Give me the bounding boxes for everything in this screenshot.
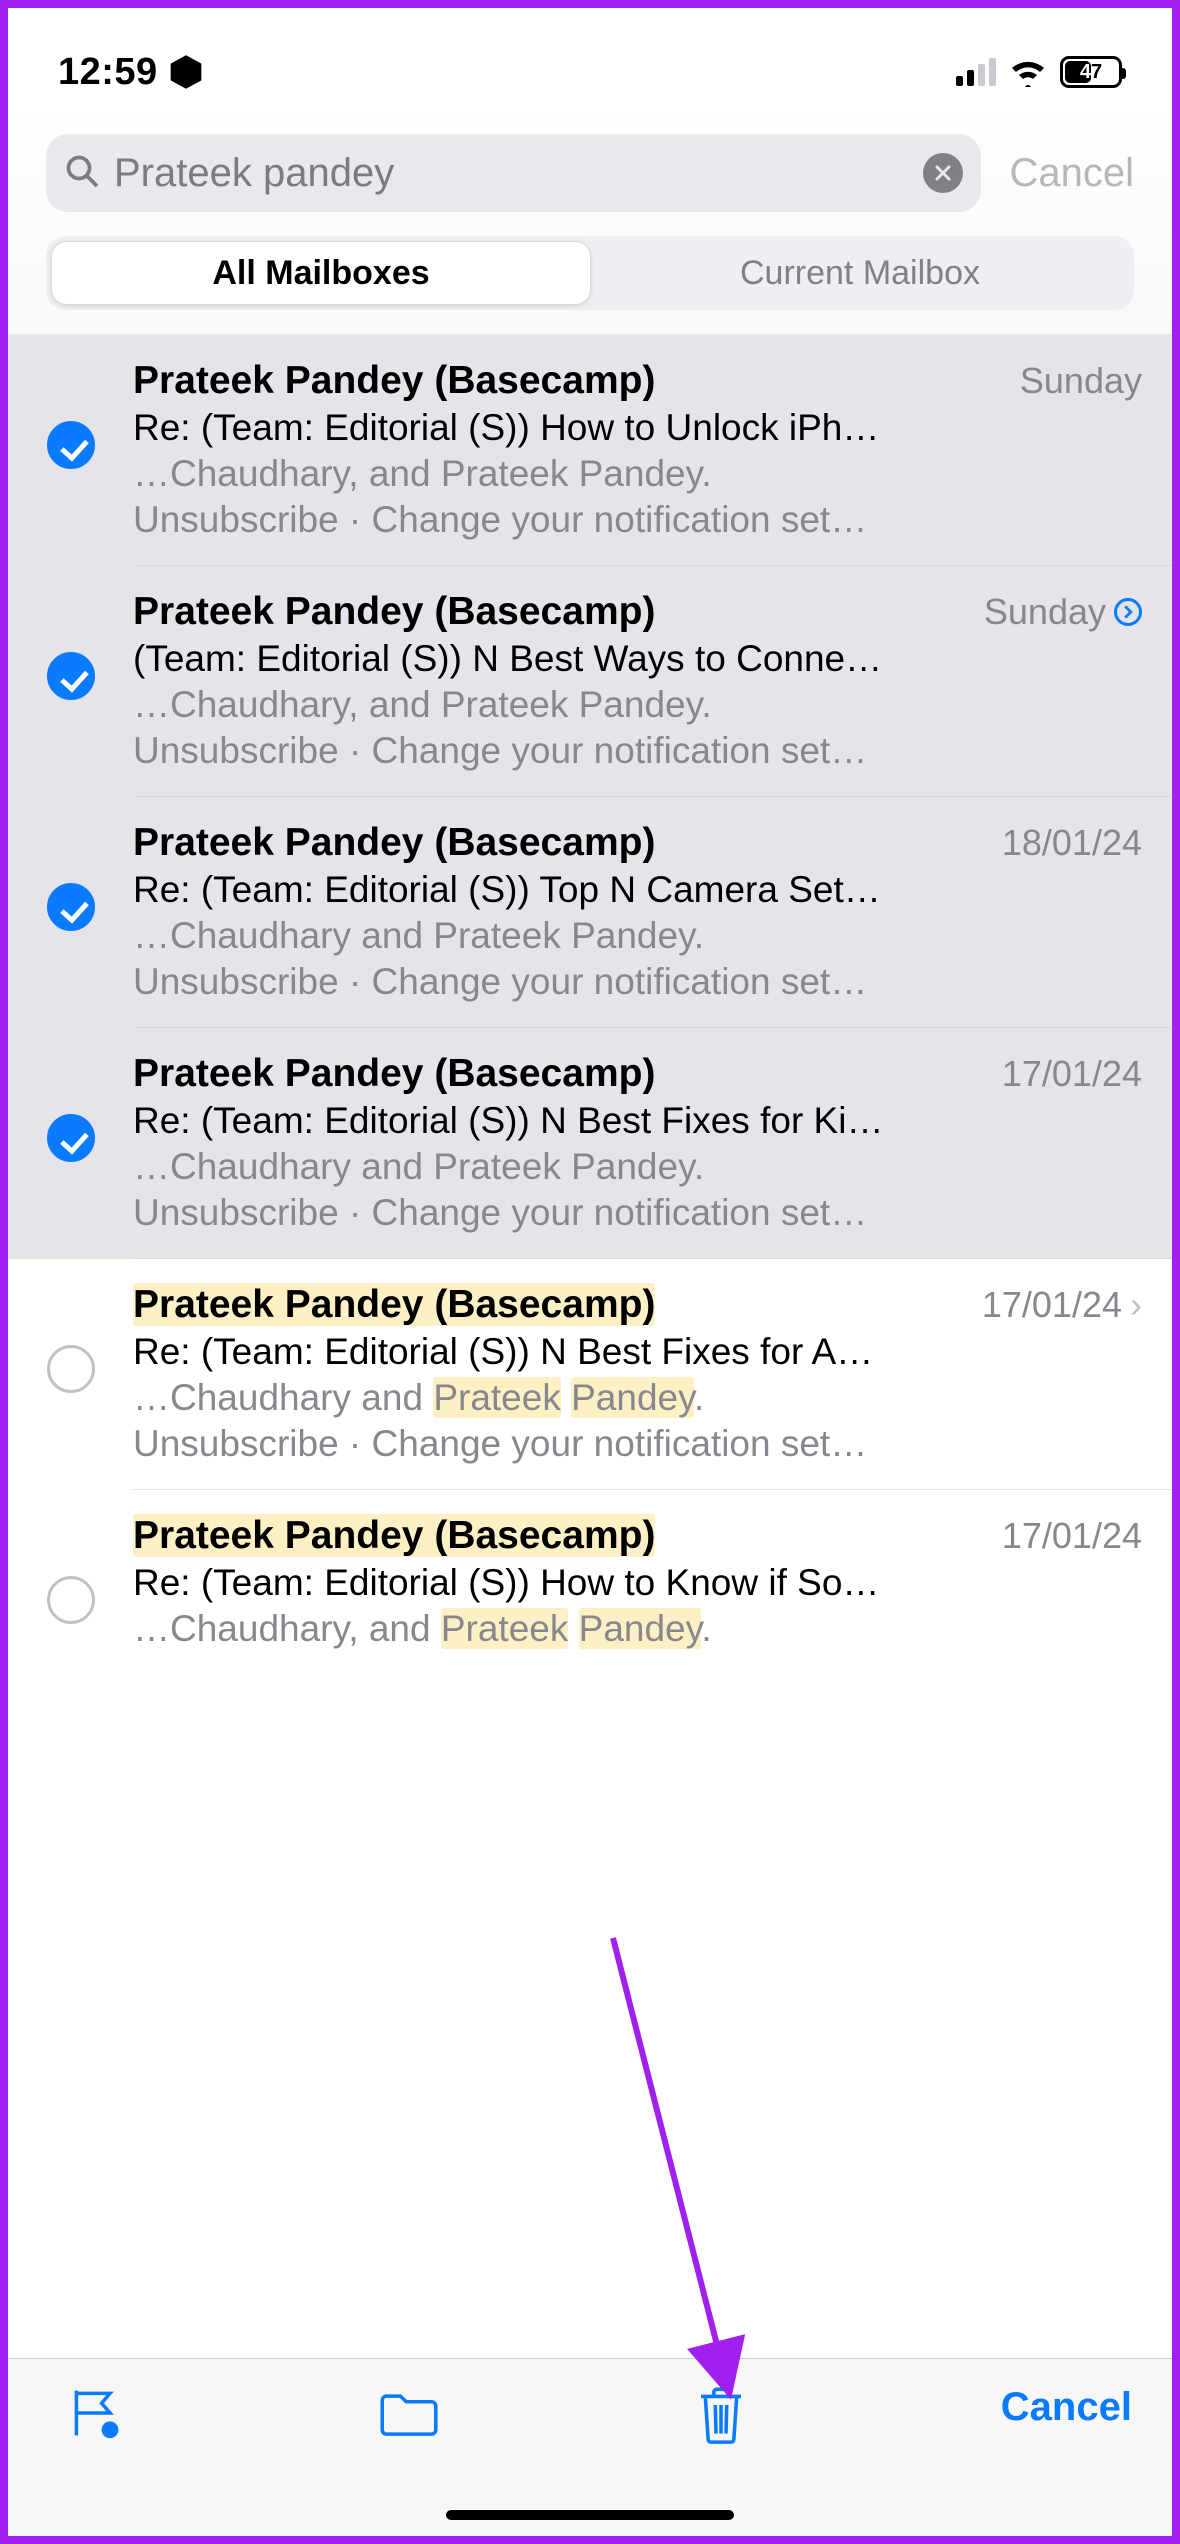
flag-icon[interactable]: [68, 2385, 124, 2441]
status-right: 47: [956, 56, 1122, 88]
status-left: 12:59: [58, 51, 202, 94]
email-row[interactable]: Prateek Pandey (Basecamp) Sunday Re: (Te…: [8, 335, 1172, 566]
cell-signal-icon: [956, 58, 996, 86]
email-subject: Re: (Team: Editorial (S)) Top N Camera S…: [133, 869, 1142, 911]
email-preview: Unsubscribe · Change your notification s…: [133, 499, 1142, 541]
select-checkbox[interactable]: [47, 1345, 95, 1393]
select-checkbox[interactable]: [47, 652, 95, 700]
status-time: 12:59: [58, 51, 158, 94]
email-date: 17/01/24 ›: [982, 1284, 1142, 1326]
search-scope-segmented[interactable]: All Mailboxes Current Mailbox: [46, 236, 1134, 310]
email-preview: Unsubscribe · Change your notification s…: [133, 1423, 1142, 1465]
search-input[interactable]: [114, 151, 909, 196]
email-sender: Prateek Pandey (Basecamp): [133, 1514, 655, 1558]
email-row[interactable]: Prateek Pandey (Basecamp) 17/01/24 › Re:…: [8, 1259, 1172, 1490]
email-subject: Re: (Team: Editorial (S)) N Best Fixes f…: [133, 1331, 1142, 1373]
email-sender: Prateek Pandey (Basecamp): [133, 359, 655, 403]
cancel-button[interactable]: Cancel: [1001, 2385, 1132, 2430]
battery-percent: 47: [1080, 61, 1102, 84]
email-preview: …Chaudhary, and Prateek Pandey.: [133, 453, 1142, 495]
select-checkbox[interactable]: [47, 883, 95, 931]
email-preview: …Chaudhary, and Prateek Pandey.: [133, 1608, 1142, 1650]
email-sender: Prateek Pandey (Basecamp): [133, 1052, 655, 1096]
chevron-right-icon: [1114, 598, 1142, 626]
scope-all-mailboxes[interactable]: All Mailboxes: [51, 241, 591, 305]
search-icon: [64, 153, 100, 194]
email-subject: Re: (Team: Editorial (S)) N Best Fixes f…: [133, 1100, 1142, 1142]
select-checkbox[interactable]: [47, 421, 95, 469]
email-sender: Prateek Pandey (Basecamp): [133, 590, 655, 634]
email-date: Sunday: [984, 591, 1142, 633]
folder-icon[interactable]: [378, 2385, 440, 2441]
trash-icon[interactable]: [695, 2385, 747, 2445]
email-row[interactable]: Prateek Pandey (Basecamp) 17/01/24 Re: (…: [8, 1028, 1172, 1259]
search-header: Cancel All Mailboxes Current Mailbox: [8, 118, 1172, 335]
email-preview: Unsubscribe · Change your notification s…: [133, 961, 1142, 1003]
email-preview: …Chaudhary and Prateek Pandey.: [133, 1377, 1142, 1419]
home-indicator[interactable]: [446, 2510, 734, 2520]
email-preview: …Chaudhary, and Prateek Pandey.: [133, 684, 1142, 726]
email-sender: Prateek Pandey (Basecamp): [133, 1283, 655, 1327]
email-sender: Prateek Pandey (Basecamp): [133, 821, 655, 865]
select-checkbox[interactable]: [47, 1114, 95, 1162]
select-checkbox[interactable]: [47, 1576, 95, 1624]
chevron-right-icon: ›: [1130, 1284, 1142, 1326]
email-preview: …Chaudhary and Prateek Pandey.: [133, 1146, 1142, 1188]
search-field[interactable]: [46, 134, 981, 212]
email-row[interactable]: Prateek Pandey (Basecamp) 18/01/24 Re: (…: [8, 797, 1172, 1028]
email-row[interactable]: Prateek Pandey (Basecamp) 17/01/24 Re: (…: [8, 1490, 1172, 1734]
email-date: 17/01/24: [1002, 1053, 1142, 1095]
email-list: Prateek Pandey (Basecamp) Sunday Re: (Te…: [8, 335, 1172, 1734]
battery-icon: 47: [1060, 56, 1122, 88]
email-date: 18/01/24: [1002, 822, 1142, 864]
box-icon: [170, 54, 202, 90]
wifi-icon: [1008, 57, 1048, 87]
status-bar: 12:59 47: [8, 8, 1172, 118]
email-preview: Unsubscribe · Change your notification s…: [133, 730, 1142, 772]
scope-current-mailbox[interactable]: Current Mailbox: [591, 241, 1129, 305]
email-subject: Re: (Team: Editorial (S)) How to Unlock …: [133, 407, 1142, 449]
email-preview: …Chaudhary and Prateek Pandey.: [133, 915, 1142, 957]
email-date: 17/01/24: [1002, 1515, 1142, 1557]
email-date: Sunday: [1020, 360, 1142, 402]
email-subject: (Team: Editorial (S)) N Best Ways to Con…: [133, 638, 1142, 680]
email-row[interactable]: Prateek Pandey (Basecamp) Sunday (Team: …: [8, 566, 1172, 797]
clear-search-icon[interactable]: [923, 153, 963, 193]
email-subject: Re: (Team: Editorial (S)) How to Know if…: [133, 1562, 1142, 1604]
email-preview: Unsubscribe · Change your notification s…: [133, 1192, 1142, 1234]
cancel-search-button[interactable]: Cancel: [1009, 151, 1134, 196]
